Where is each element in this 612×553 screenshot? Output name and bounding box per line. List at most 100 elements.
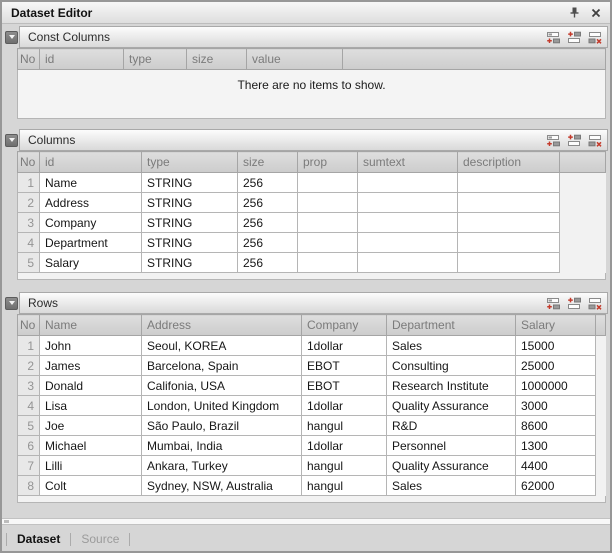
cell[interactable]: 256 — [238, 233, 298, 253]
column-header[interactable]: id — [40, 152, 142, 173]
cell[interactable]: Personnel — [387, 436, 516, 456]
column-header[interactable]: prop — [298, 152, 358, 173]
collapse-const-columns-button[interactable] — [5, 31, 18, 44]
delete-row-icon[interactable] — [587, 133, 603, 147]
cell[interactable] — [358, 173, 458, 193]
cell[interactable]: 1000000 — [516, 376, 596, 396]
column-header[interactable]: sumtext — [358, 152, 458, 173]
cell[interactable]: Seoul, KOREA — [142, 336, 302, 356]
cell[interactable]: EBOT — [302, 376, 387, 396]
row-number[interactable]: 4 — [18, 233, 40, 253]
cell[interactable] — [458, 173, 560, 193]
cell[interactable] — [458, 213, 560, 233]
cell[interactable]: R&D — [387, 416, 516, 436]
cell[interactable]: 8600 — [516, 416, 596, 436]
column-header[interactable]: size — [238, 152, 298, 173]
cell[interactable]: Mumbai, India — [142, 436, 302, 456]
column-header[interactable]: Address — [142, 315, 302, 336]
cell[interactable] — [298, 173, 358, 193]
cell[interactable]: Barcelona, Spain — [142, 356, 302, 376]
insert-row-icon[interactable] — [566, 296, 582, 310]
cell[interactable]: 4400 — [516, 456, 596, 476]
cell[interactable] — [458, 193, 560, 213]
cell[interactable]: Sales — [387, 476, 516, 496]
row-number[interactable]: 4 — [18, 396, 40, 416]
cell[interactable] — [298, 233, 358, 253]
cell[interactable]: John — [40, 336, 142, 356]
column-header[interactable]: No — [18, 152, 40, 173]
cell[interactable]: Company — [40, 213, 142, 233]
cell[interactable]: STRING — [142, 213, 238, 233]
add-row-icon[interactable] — [545, 30, 561, 44]
row-number[interactable]: 5 — [18, 253, 40, 273]
cell[interactable]: Michael — [40, 436, 142, 456]
cell[interactable] — [358, 213, 458, 233]
column-header[interactable]: No — [18, 315, 40, 336]
cell[interactable] — [358, 233, 458, 253]
cell[interactable]: São Paulo, Brazil — [142, 416, 302, 436]
cell[interactable]: Consulting — [387, 356, 516, 376]
cell[interactable]: 256 — [238, 213, 298, 233]
cell[interactable]: 62000 — [516, 476, 596, 496]
row-number[interactable]: 1 — [18, 173, 40, 193]
cell[interactable]: Lisa — [40, 396, 142, 416]
cell[interactable]: Name — [40, 173, 142, 193]
cell[interactable]: London, United Kingdom — [142, 396, 302, 416]
cell[interactable] — [298, 253, 358, 273]
cell[interactable] — [358, 253, 458, 273]
cell[interactable]: Colt — [40, 476, 142, 496]
cell[interactable]: 256 — [238, 193, 298, 213]
cell[interactable]: Quality Assurance — [387, 396, 516, 416]
splitter-handle[interactable] — [2, 518, 610, 525]
cell[interactable] — [358, 193, 458, 213]
column-header[interactable]: size — [187, 49, 247, 70]
add-row-icon[interactable] — [545, 296, 561, 310]
tab-dataset[interactable]: Dataset — [15, 532, 62, 546]
delete-row-icon[interactable] — [587, 30, 603, 44]
row-number[interactable]: 6 — [18, 436, 40, 456]
close-icon[interactable] — [588, 5, 604, 21]
cell[interactable]: 256 — [238, 253, 298, 273]
cell[interactable]: Donald — [40, 376, 142, 396]
column-header[interactable]: Department — [387, 315, 516, 336]
column-header[interactable]: Salary — [516, 315, 596, 336]
cell[interactable]: 256 — [238, 173, 298, 193]
cell[interactable]: Department — [40, 233, 142, 253]
collapse-columns-button[interactable] — [5, 134, 18, 147]
row-number[interactable]: 1 — [18, 336, 40, 356]
cell[interactable]: Lilli — [40, 456, 142, 476]
cell[interactable]: Quality Assurance — [387, 456, 516, 476]
delete-row-icon[interactable] — [587, 296, 603, 310]
cell[interactable]: Joe — [40, 416, 142, 436]
cell[interactable]: 1dollar — [302, 396, 387, 416]
column-header[interactable]: type — [124, 49, 187, 70]
tab-source[interactable]: Source — [79, 532, 121, 546]
cell[interactable]: Sydney, NSW, Australia — [142, 476, 302, 496]
cell[interactable]: 25000 — [516, 356, 596, 376]
row-number[interactable]: 2 — [18, 356, 40, 376]
cell[interactable] — [298, 213, 358, 233]
cell[interactable]: 1dollar — [302, 436, 387, 456]
row-number[interactable]: 3 — [18, 376, 40, 396]
insert-row-icon[interactable] — [566, 30, 582, 44]
row-number[interactable]: 3 — [18, 213, 40, 233]
column-header[interactable]: type — [142, 152, 238, 173]
cell[interactable]: Ankara, Turkey — [142, 456, 302, 476]
column-header[interactable]: Company — [302, 315, 387, 336]
cell[interactable]: 1dollar — [302, 336, 387, 356]
cell[interactable]: STRING — [142, 193, 238, 213]
cell[interactable]: 15000 — [516, 336, 596, 356]
cell[interactable]: hangul — [302, 456, 387, 476]
cell[interactable]: Research Institute — [387, 376, 516, 396]
cell[interactable]: 3000 — [516, 396, 596, 416]
cell[interactable] — [458, 233, 560, 253]
collapse-rows-button[interactable] — [5, 297, 18, 310]
add-row-icon[interactable] — [545, 133, 561, 147]
row-number[interactable]: 5 — [18, 416, 40, 436]
cell[interactable] — [298, 193, 358, 213]
cell[interactable]: hangul — [302, 476, 387, 496]
cell[interactable]: Address — [40, 193, 142, 213]
cell[interactable]: Califonia, USA — [142, 376, 302, 396]
row-number[interactable]: 7 — [18, 456, 40, 476]
column-header[interactable]: value — [247, 49, 343, 70]
